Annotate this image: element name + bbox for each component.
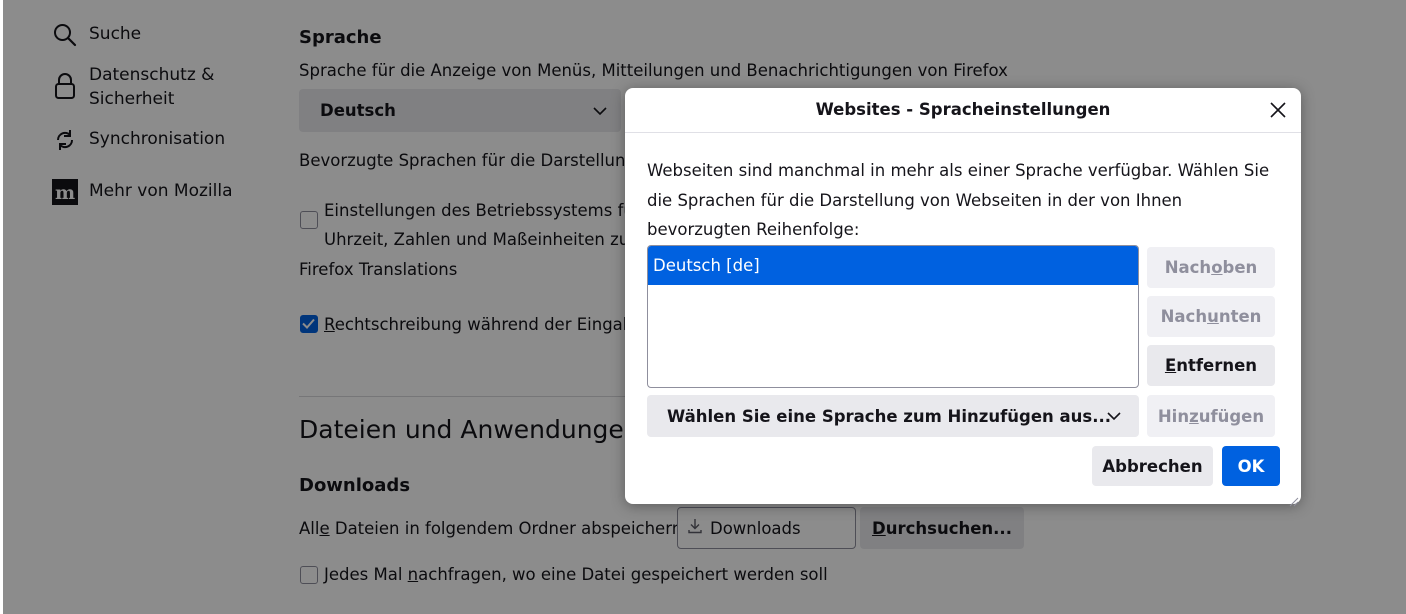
move-down-accesskey: u: [1207, 307, 1219, 326]
remove-accesskey: E: [1164, 356, 1177, 375]
list-item[interactable]: Deutsch [de]: [648, 246, 1138, 285]
remove-button[interactable]: Entfernen: [1147, 345, 1275, 386]
add-language-select[interactable]: Wählen Sie eine Sprache zum Hinzufügen a…: [647, 395, 1139, 437]
add-accesskey: z: [1189, 406, 1199, 426]
move-down-label: Nach: [1160, 307, 1208, 326]
resize-grip-icon[interactable]: [1289, 492, 1299, 507]
add-label: ufügen: [1198, 406, 1265, 426]
move-up-label: Nach: [1164, 258, 1212, 277]
dialog-header: Websites - Spracheinstellungen: [625, 88, 1301, 133]
move-down-button[interactable]: Nach u nten: [1147, 296, 1275, 337]
remove-label: ntfernen: [1176, 356, 1258, 375]
add-language-select-value: Wählen Sie eine Sprache zum Hinzufügen a…: [667, 406, 1112, 426]
move-up-label: ben: [1222, 258, 1258, 277]
move-up-button[interactable]: Nach o ben: [1147, 247, 1275, 288]
add-label: Hin: [1157, 406, 1190, 426]
close-icon[interactable]: [1269, 101, 1287, 119]
ok-button[interactable]: OK: [1222, 446, 1280, 486]
move-up-accesskey: o: [1211, 258, 1223, 277]
cancel-button[interactable]: Abbrechen: [1092, 446, 1213, 486]
dialog-description: Webseiten sind manchmal in mehr als eine…: [647, 161, 1270, 239]
dialog-title: Websites - Spracheinstellungen: [815, 100, 1111, 119]
window-edge: [0, 0, 3, 614]
move-down-label: nten: [1218, 307, 1262, 326]
language-settings-dialog: Websites - Spracheinstellungen Webseiten…: [625, 88, 1301, 507]
add-button[interactable]: Hin z ufügen: [1147, 395, 1275, 437]
language-list[interactable]: Deutsch [de]: [647, 245, 1139, 388]
chevron-down-icon: [1107, 408, 1121, 427]
